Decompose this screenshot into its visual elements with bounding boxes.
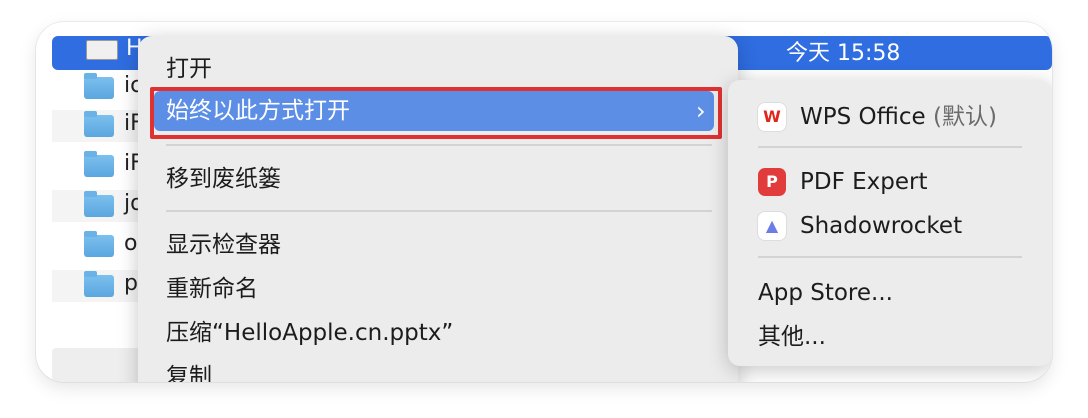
menu-separator	[166, 144, 712, 146]
context-menu: 打开 始终以此方式打开 › 移到废纸篓 显示检查器 重新命名 压缩“HelloA…	[138, 36, 738, 382]
list-item-name: o	[124, 231, 138, 256]
menu-item-rename[interactable]: 重新命名	[166, 272, 258, 306]
wps-office-icon: W	[758, 103, 786, 131]
app-name: WPS Office	[800, 104, 926, 130]
submenu-item-pdf-expert[interactable]: PDF Expert	[800, 165, 928, 199]
submenu-item-shadowrocket[interactable]: Shadowrocket	[800, 209, 962, 243]
pptx-file-icon	[86, 40, 118, 60]
shadowrocket-icon: ▲	[758, 212, 786, 240]
menu-item-show-inspector[interactable]: 显示检查器	[166, 228, 281, 262]
folder-icon	[84, 191, 114, 217]
menu-separator	[758, 256, 1022, 258]
menu-item-open[interactable]: 打开	[166, 52, 212, 86]
folder-icon	[84, 271, 114, 297]
list-item-name: p	[124, 271, 138, 296]
menu-item-compress[interactable]: 压缩“HelloApple.cn.pptx”	[166, 316, 453, 350]
list-item[interactable]	[52, 348, 142, 382]
default-label: (默认)	[932, 104, 997, 130]
screenshot-frame: H 今天 15:58 ic iF iF jo o p 打开 始终以此方式打开 ›…	[36, 22, 1052, 382]
menu-item-copy[interactable]: 复制	[166, 360, 212, 382]
folder-icon	[84, 73, 114, 99]
menu-separator	[758, 146, 1022, 148]
folder-icon	[84, 231, 114, 257]
pdf-expert-icon: P	[758, 168, 786, 196]
menu-item-move-to-trash[interactable]: 移到废纸篓	[166, 162, 281, 196]
folder-icon	[84, 111, 114, 137]
open-with-submenu: W WPS Office (默认) P PDF Expert ▲ Shadowr…	[728, 80, 1052, 366]
submenu-item-wps-office[interactable]: WPS Office (默认)	[800, 100, 997, 134]
submenu-item-other[interactable]: 其他...	[758, 320, 826, 354]
folder-icon	[84, 151, 114, 177]
submenu-item-app-store[interactable]: App Store...	[758, 276, 893, 310]
selected-file-date: 今天 15:58	[786, 41, 901, 66]
menu-separator	[166, 210, 712, 212]
annotation-highlight-box	[150, 87, 722, 139]
